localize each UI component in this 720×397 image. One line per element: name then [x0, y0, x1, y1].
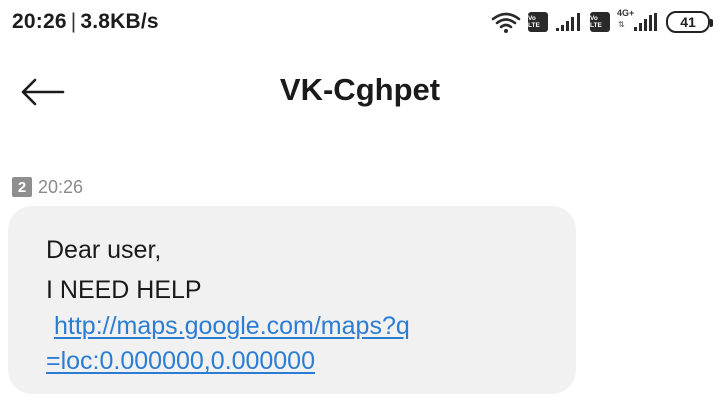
conversation-header: VK-Cghpet: [0, 60, 720, 124]
wifi-icon: [491, 12, 521, 33]
message-line: I NEED HELP: [46, 276, 202, 304]
status-time: 20:26: [12, 10, 67, 33]
maps-link[interactable]: http://maps.google.com/maps?q =loc:0.000…: [46, 309, 566, 379]
network-speed: 3.8KB/s: [80, 10, 159, 33]
signal-bars-icon: [634, 13, 657, 31]
maps-link-line: http://maps.google.com/maps?q: [54, 312, 410, 340]
page-title: VK-Cghpet: [279, 72, 441, 107]
status-bar: 20:26 | 3.8KB/s Vo LTE Vo LTE 4G+ ⇅ 41: [0, 0, 720, 44]
volte-icon-sim2: Vo LTE: [590, 12, 610, 32]
status-separator: |: [70, 10, 77, 33]
volte-icon: Vo LTE: [528, 12, 548, 32]
sms-conversation-screen: 20:26 | 3.8KB/s Vo LTE Vo LTE 4G+ ⇅ 41 V…: [0, 0, 720, 397]
message-meta: 2 20:26: [12, 176, 83, 198]
status-left: 20:26 | 3.8KB/s: [12, 10, 159, 34]
battery-level: 41: [680, 14, 696, 30]
maps-link-line: =loc:0.000000,0.000000: [46, 347, 315, 375]
status-icons: Vo LTE Vo LTE 4G+ ⇅ 41: [491, 8, 713, 36]
data-arrows-icon: ⇅: [618, 20, 625, 29]
signal-icon: [556, 13, 580, 31]
message-time: 20:26: [38, 176, 84, 197]
volte-label-sim2: Vo LTE: [590, 15, 602, 29]
message-line: Dear user,: [46, 236, 162, 264]
message-body: Dear user, I NEED HELP: [46, 230, 566, 310]
volte-label: Vo LTE: [528, 15, 540, 29]
battery-icon: 41: [666, 11, 713, 33]
network-type: 4G+: [617, 8, 635, 18]
message-bubble[interactable]: Dear user, I NEED HELP http://maps.googl…: [8, 206, 576, 394]
signal-icon-sim2: 4G+ ⇅: [617, 8, 659, 33]
sim-slot-badge: 2: [12, 177, 32, 197]
